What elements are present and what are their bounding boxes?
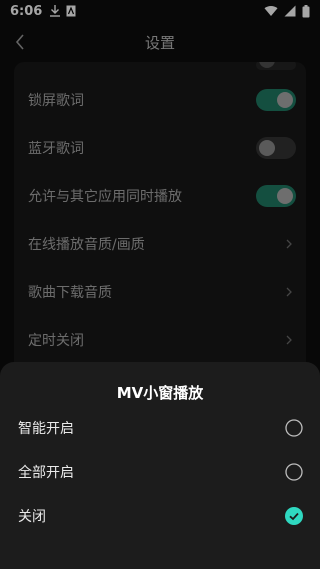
radio-unchecked-icon[interactable]	[285, 419, 303, 437]
option-all-on[interactable]: 全部开启	[0, 450, 320, 494]
sheet-title: MV小窗播放	[116, 384, 204, 402]
option-label: 全部开启	[18, 465, 74, 481]
option-label: 智能开启	[18, 421, 74, 437]
option-off[interactable]: 关闭	[0, 494, 320, 538]
mv-miniwindow-sheet: MV小窗播放 智能开启 全部开启 关闭	[0, 362, 320, 569]
option-label: 关闭	[18, 509, 46, 525]
radio-unchecked-icon[interactable]	[285, 463, 303, 481]
option-smart-on[interactable]: 智能开启	[0, 406, 320, 450]
radio-checked-icon[interactable]	[285, 507, 303, 525]
